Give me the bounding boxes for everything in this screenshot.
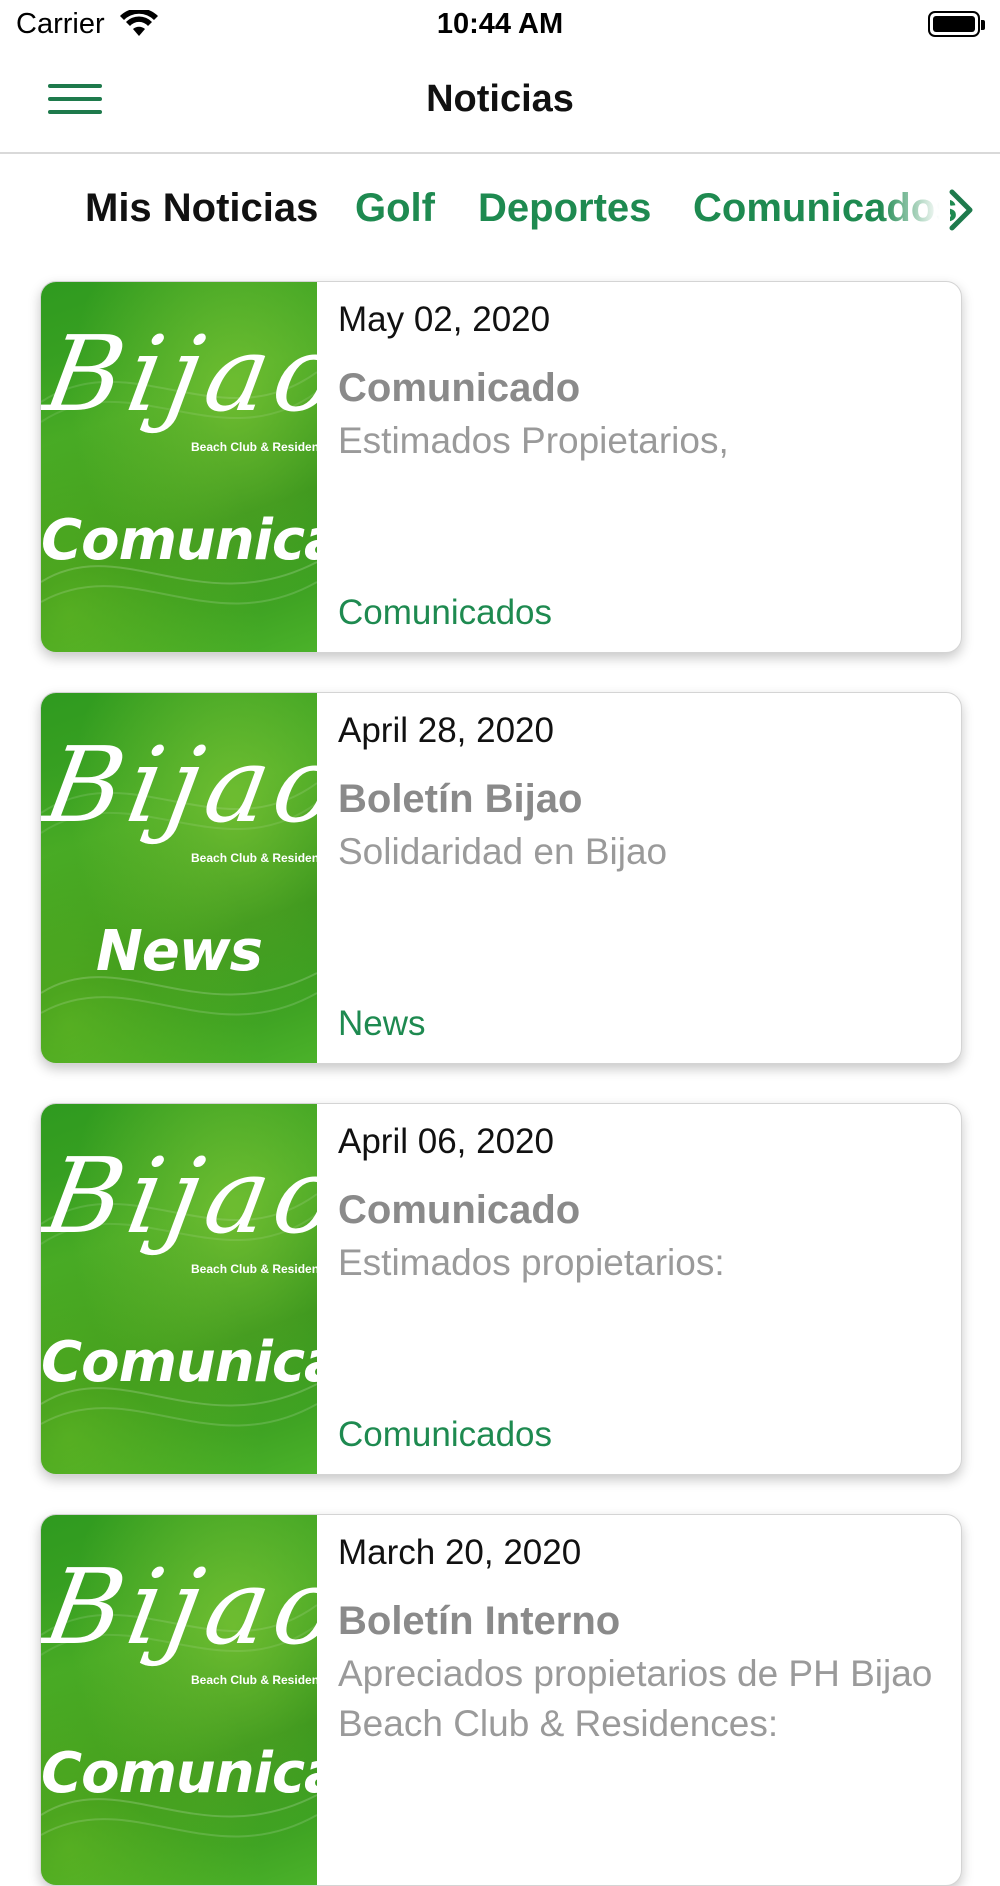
category-tabs: Mis Noticias Golf Deportes Comunicados: [0, 156, 1000, 264]
news-thumbnail: Bijao Beach Club & Residences News: [41, 693, 317, 1063]
news-title: Comunicado: [338, 366, 581, 410]
news-card[interactable]: Bijao Beach Club & Residences Comunicado…: [40, 281, 962, 653]
thumbnail-label: Comunicados: [41, 508, 317, 573]
news-category: Comunicados: [338, 1415, 552, 1454]
news-thumbnail: Bijao Beach Club & Residences Comunicado…: [41, 1104, 317, 1474]
news-date: May 02, 2020: [338, 300, 551, 339]
bijao-logo-subtitle: Beach Club & Residences: [191, 851, 317, 865]
news-summary: Apreciados propietarios de PH Bijao Beac…: [338, 1653, 933, 1744]
news-title: Boletín Bijao: [338, 777, 583, 821]
news-category: News: [338, 1004, 426, 1043]
news-summary: Estimados propietarios:: [338, 1242, 725, 1283]
status-time: 10:44 AM: [436, 8, 564, 40]
bijao-logo: Bijao: [41, 724, 317, 846]
tab-mis-noticias[interactable]: Mis Noticias: [85, 186, 318, 231]
status-bar: Carrier 10:44 AM: [0, 0, 1000, 50]
bijao-logo: Bijao: [41, 1546, 317, 1668]
thumbnail-label: News: [96, 919, 263, 984]
news-category: Comunicados: [338, 593, 552, 632]
battery-icon: [928, 11, 985, 37]
tabs-fade: [880, 156, 950, 264]
bijao-logo-subtitle: Beach Club & Residences: [191, 440, 317, 454]
news-card[interactable]: Bijao Beach Club & Residences News April…: [40, 692, 962, 1064]
chevron-right-icon[interactable]: [942, 186, 982, 234]
news-summary: Estimados Propietarios,: [338, 420, 729, 461]
navigation-bar: Noticias: [0, 50, 1000, 154]
news-thumbnail: Bijao Beach Club & Residences Comunicado…: [41, 282, 317, 652]
news-date: April 06, 2020: [338, 1122, 554, 1161]
thumbnail-label: Comunicados: [41, 1330, 317, 1395]
tab-golf[interactable]: Golf: [355, 186, 435, 231]
news-title: Boletín Interno: [338, 1599, 621, 1643]
news-thumbnail: Bijao Beach Club & Residences Comunicado…: [41, 1515, 317, 1885]
tab-deportes[interactable]: Deportes: [478, 186, 651, 231]
news-title: Comunicado: [338, 1188, 581, 1232]
news-date: March 20, 2020: [338, 1533, 582, 1572]
news-date: April 28, 2020: [338, 711, 554, 750]
bijao-logo-subtitle: Beach Club & Residences: [191, 1262, 317, 1276]
thumbnail-label: Comunicados: [41, 1741, 317, 1806]
bijao-logo: Bijao: [41, 1135, 317, 1257]
news-card[interactable]: Bijao Beach Club & Residences Comunicado…: [40, 1103, 962, 1475]
page-title: Noticias: [426, 78, 574, 120]
bijao-logo-subtitle: Beach Club & Residences: [191, 1673, 317, 1687]
bijao-logo: Bijao: [41, 313, 317, 435]
news-summary: Solidaridad en Bijao: [338, 831, 668, 872]
news-card[interactable]: Bijao Beach Club & Residences Comunicado…: [40, 1514, 962, 1886]
